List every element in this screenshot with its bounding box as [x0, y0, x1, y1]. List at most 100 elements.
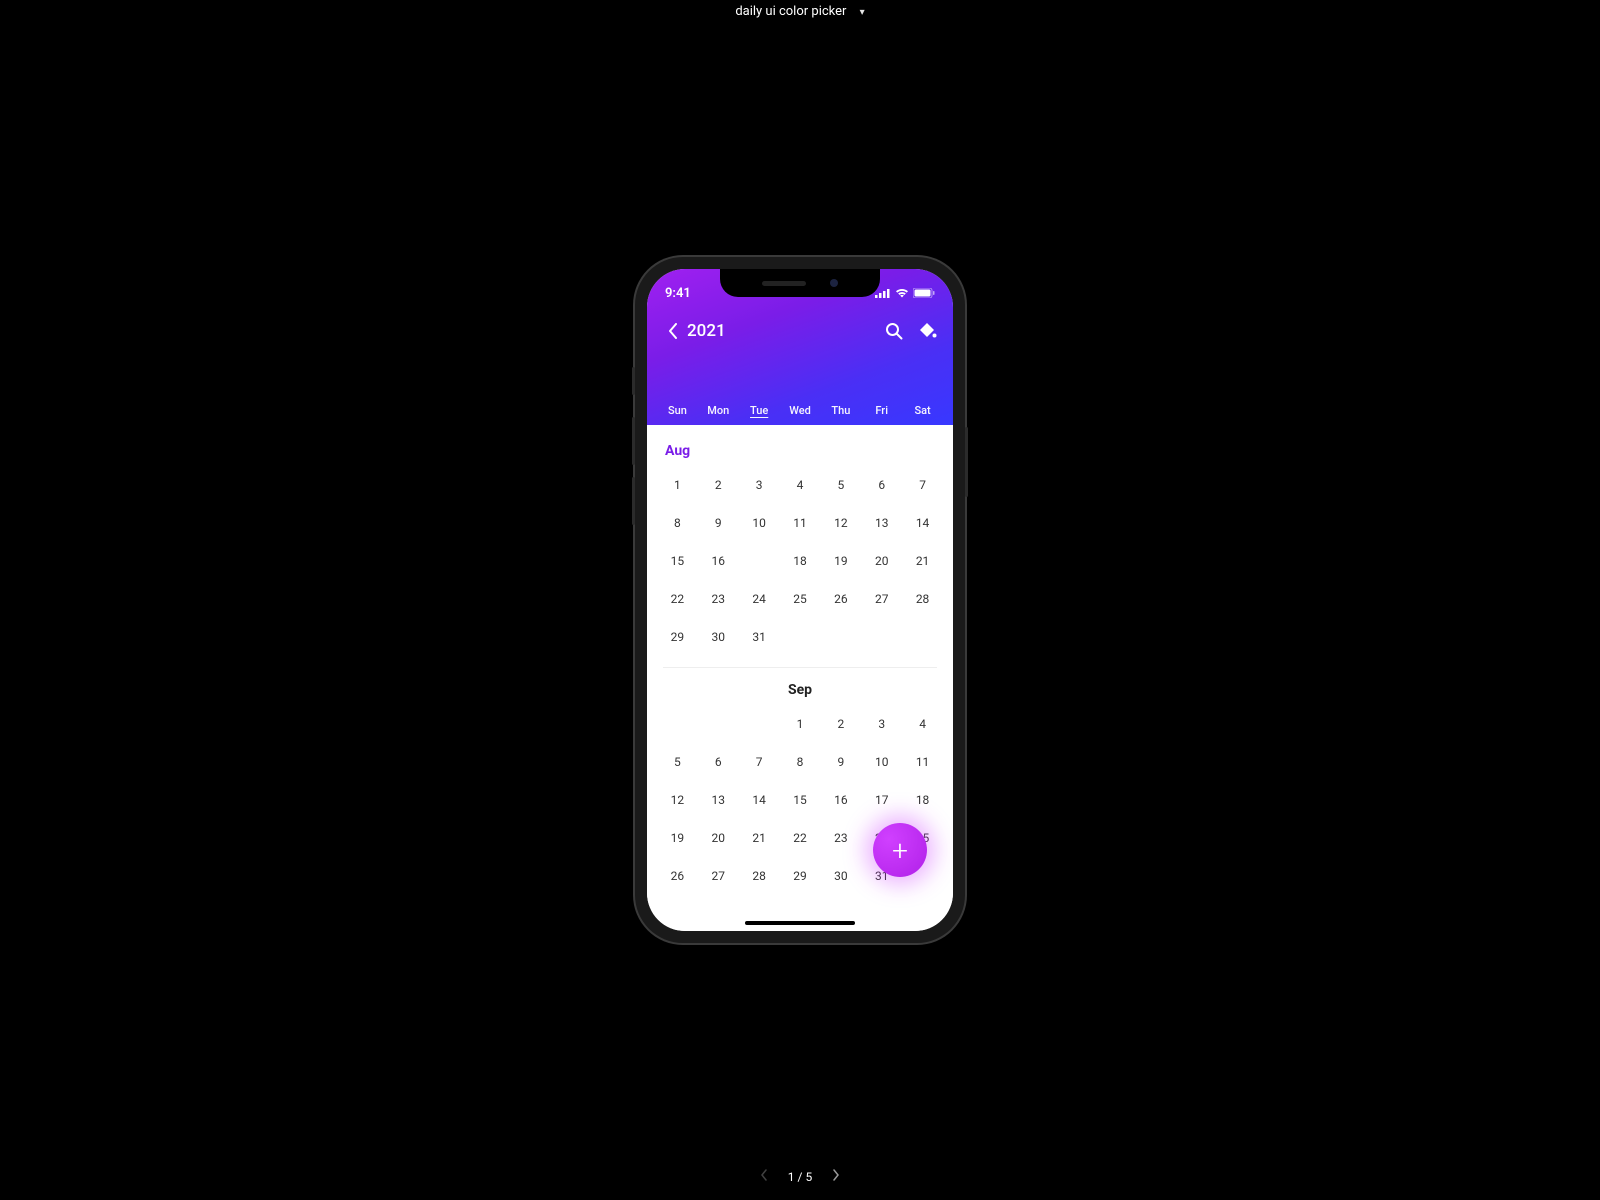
day-cell[interactable]: 4: [902, 710, 943, 738]
day-cell[interactable]: 29: [657, 623, 698, 651]
day-cell[interactable]: 27: [698, 862, 739, 890]
day-cell[interactable]: 13: [698, 786, 739, 814]
pager-next[interactable]: [832, 1169, 840, 1184]
day-cell[interactable]: 20: [861, 547, 902, 575]
day-number: 9: [715, 516, 722, 530]
day-cell[interactable]: 31: [739, 623, 780, 651]
day-cell[interactable]: 2: [698, 471, 739, 499]
day-cell[interactable]: 5: [657, 748, 698, 776]
paint-button[interactable]: [919, 322, 937, 340]
day-cell[interactable]: 4: [780, 471, 821, 499]
day-number: 2: [837, 717, 844, 731]
day-cell[interactable]: 9: [698, 509, 739, 537]
day-cell[interactable]: 10: [739, 509, 780, 537]
plus-icon: +: [892, 834, 908, 867]
day-number: 22: [793, 831, 807, 845]
day-cell[interactable]: 19: [657, 824, 698, 852]
day-cell[interactable]: 5: [820, 471, 861, 499]
add-event-fab[interactable]: +: [873, 823, 927, 877]
search-button[interactable]: [885, 322, 903, 340]
dow-sun: Sun: [657, 404, 698, 417]
day-cell[interactable]: 6: [698, 748, 739, 776]
day-cell[interactable]: 7: [902, 471, 943, 499]
day-cell[interactable]: 11: [902, 748, 943, 776]
day-cell[interactable]: 28: [739, 862, 780, 890]
day-cell[interactable]: 8: [780, 748, 821, 776]
year-label[interactable]: 2021: [687, 321, 885, 341]
day-cell[interactable]: 11: [780, 509, 821, 537]
day-cell[interactable]: 16: [698, 547, 739, 575]
day-cell[interactable]: 12: [657, 786, 698, 814]
day-cell[interactable]: 30: [820, 862, 861, 890]
back-button[interactable]: [659, 323, 687, 339]
day-cell[interactable]: 28: [902, 585, 943, 613]
day-number: 13: [875, 516, 889, 530]
viewer-title-bar[interactable]: daily ui color picker ▾: [0, 4, 1600, 19]
day-number: 4: [797, 478, 804, 492]
nav-row: 2021: [647, 307, 953, 341]
day-cell[interactable]: 22: [657, 585, 698, 613]
day-cell[interactable]: 23: [698, 585, 739, 613]
day-cell[interactable]: 18: [902, 786, 943, 814]
day-number: 8: [797, 755, 804, 769]
home-indicator[interactable]: [745, 921, 855, 925]
dow-mon: Mon: [698, 404, 739, 417]
wifi-icon: [895, 288, 909, 298]
day-number: 2: [715, 478, 722, 492]
day-number: 27: [712, 869, 726, 883]
month-divider: [663, 667, 937, 668]
day-cell[interactable]: 10: [861, 748, 902, 776]
day-cell[interactable]: 1: [657, 471, 698, 499]
day-number: 29: [671, 630, 685, 644]
day-cell[interactable]: 24: [739, 585, 780, 613]
day-cell[interactable]: 12: [820, 509, 861, 537]
day-cell[interactable]: 6: [861, 471, 902, 499]
day-cell[interactable]: 17: [861, 786, 902, 814]
day-cell[interactable]: 29: [780, 862, 821, 890]
day-cell[interactable]: 15: [780, 786, 821, 814]
day-cell[interactable]: 17: [739, 547, 780, 575]
day-number: 29: [793, 869, 807, 883]
day-cell[interactable]: 23: [820, 824, 861, 852]
day-cell[interactable]: 7: [739, 748, 780, 776]
day-number: 26: [671, 869, 685, 883]
day-cell[interactable]: 16: [820, 786, 861, 814]
day-number: 18: [916, 793, 930, 807]
day-cell[interactable]: 18: [780, 547, 821, 575]
day-cell[interactable]: 9: [820, 748, 861, 776]
day-cell[interactable]: 3: [861, 710, 902, 738]
day-cell[interactable]: 14: [739, 786, 780, 814]
day-cell[interactable]: 27: [861, 585, 902, 613]
day-cell[interactable]: 21: [739, 824, 780, 852]
day-of-week-row: SunMonTueWedThuFriSat: [647, 404, 953, 417]
day-cell[interactable]: 8: [657, 509, 698, 537]
day-number: 11: [793, 516, 807, 530]
day-cell[interactable]: 30: [698, 623, 739, 651]
month-label-aug[interactable]: Aug: [657, 439, 943, 467]
day-number: 19: [671, 831, 685, 845]
day-number: 14: [752, 793, 766, 807]
day-cell[interactable]: 20: [698, 824, 739, 852]
speaker-grille: [762, 281, 806, 286]
day-cell[interactable]: 1: [780, 710, 821, 738]
day-cell[interactable]: 21: [902, 547, 943, 575]
day-number: 3: [878, 717, 885, 731]
pager-prev[interactable]: [760, 1169, 768, 1184]
dow-sat: Sat: [902, 404, 943, 417]
day-cell[interactable]: 25: [780, 585, 821, 613]
day-cell[interactable]: 22: [780, 824, 821, 852]
day-number: 11: [916, 755, 930, 769]
day-cell[interactable]: 19: [820, 547, 861, 575]
day-cell[interactable]: 13: [861, 509, 902, 537]
day-cell[interactable]: 3: [739, 471, 780, 499]
day-cell[interactable]: 2: [820, 710, 861, 738]
day-number: 22: [671, 592, 685, 606]
day-cell[interactable]: 26: [820, 585, 861, 613]
day-number: 19: [834, 554, 848, 568]
day-cell[interactable]: 26: [657, 862, 698, 890]
month-label-sep[interactable]: Sep: [657, 678, 943, 706]
day-cell[interactable]: 14: [902, 509, 943, 537]
day-cell[interactable]: 15: [657, 547, 698, 575]
day-number: 15: [793, 793, 807, 807]
phone-notch: [720, 269, 880, 297]
